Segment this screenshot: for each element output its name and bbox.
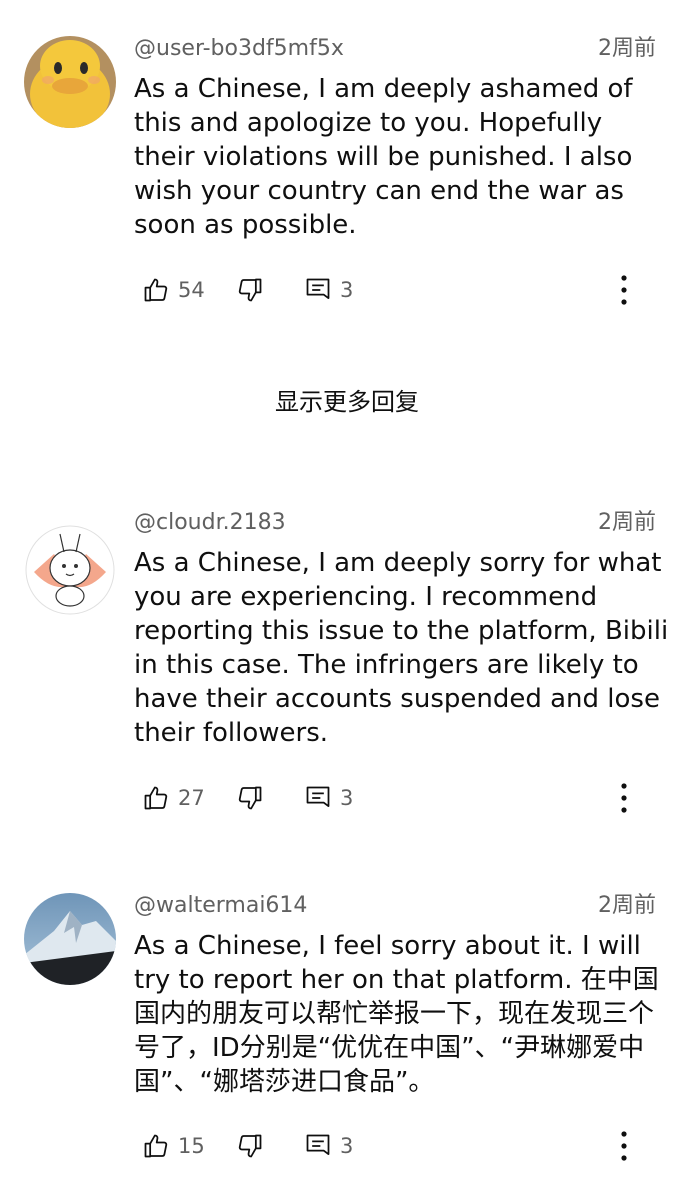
avatar[interactable] bbox=[24, 893, 116, 985]
thumbs-down-icon bbox=[238, 278, 262, 302]
cartoon-rabbit-icon bbox=[24, 524, 116, 616]
comment-time: 2周前 bbox=[598, 36, 656, 61]
thumbs-down-icon bbox=[238, 1134, 262, 1158]
reply-count: 3 bbox=[340, 786, 354, 810]
like-count: 27 bbox=[178, 786, 205, 810]
comment-actions: 54 3 bbox=[134, 270, 670, 310]
comment-text: As a Chinese, I am deeply sorry for what… bbox=[134, 548, 669, 748]
comment-time: 2周前 bbox=[598, 510, 656, 535]
more-options-button[interactable] bbox=[612, 778, 636, 818]
thumbs-up-icon bbox=[144, 1134, 168, 1158]
like-button[interactable]: 54 bbox=[142, 270, 205, 310]
more-options-button[interactable] bbox=[612, 270, 636, 310]
show-more-replies-button[interactable]: 显示更多回复 bbox=[0, 386, 694, 418]
comment-author[interactable]: @cloudr.2183 bbox=[134, 510, 286, 536]
like-button[interactable]: 15 bbox=[142, 1126, 205, 1166]
like-count: 54 bbox=[178, 278, 205, 302]
reply-count: 3 bbox=[340, 278, 354, 302]
comment-time: 2周前 bbox=[598, 893, 656, 918]
comment-text: As a Chinese, I feel sorry about it. I w… bbox=[134, 931, 659, 1097]
comment-2: @cloudr.2183 2周前 As a Chinese, I am deep… bbox=[0, 510, 694, 820]
more-vertical-icon bbox=[621, 275, 627, 305]
comment-1: @user-bo3df5mf5x 2周前 As a Chinese, I am … bbox=[0, 36, 694, 306]
comment-icon bbox=[306, 786, 330, 808]
comment-3: @waltermai614 2周前 As a Chinese, I feel s… bbox=[0, 893, 694, 1183]
comment-icon bbox=[306, 1134, 330, 1156]
reply-button[interactable]: 3 bbox=[304, 1126, 353, 1166]
dislike-button[interactable] bbox=[236, 778, 264, 818]
more-options-button[interactable] bbox=[612, 1126, 636, 1166]
more-vertical-icon bbox=[621, 783, 627, 813]
dislike-button[interactable] bbox=[236, 270, 264, 310]
thumbs-up-icon bbox=[144, 786, 168, 810]
reply-count: 3 bbox=[340, 1134, 354, 1158]
comment-author[interactable]: @user-bo3df5mf5x bbox=[134, 36, 344, 62]
more-vertical-icon bbox=[621, 1131, 627, 1161]
like-button[interactable]: 27 bbox=[142, 778, 205, 818]
comment-author[interactable]: @waltermai614 bbox=[134, 893, 307, 919]
comment-actions: 27 3 bbox=[134, 778, 670, 818]
dislike-button[interactable] bbox=[236, 1126, 264, 1166]
comment-text: As a Chinese, I am deeply ashamed of thi… bbox=[134, 74, 633, 240]
thumbs-up-icon bbox=[144, 278, 168, 302]
reply-button[interactable]: 3 bbox=[304, 778, 353, 818]
avatar[interactable] bbox=[24, 524, 116, 616]
avatar[interactable] bbox=[24, 36, 116, 128]
comment-icon bbox=[306, 278, 330, 300]
comment-actions: 15 3 bbox=[134, 1126, 670, 1166]
like-count: 15 bbox=[178, 1134, 205, 1158]
thumbs-down-icon bbox=[238, 786, 262, 810]
reply-button[interactable]: 3 bbox=[304, 270, 353, 310]
snowy-mountain-icon bbox=[24, 893, 116, 985]
yellow-duck-icon bbox=[24, 36, 116, 128]
